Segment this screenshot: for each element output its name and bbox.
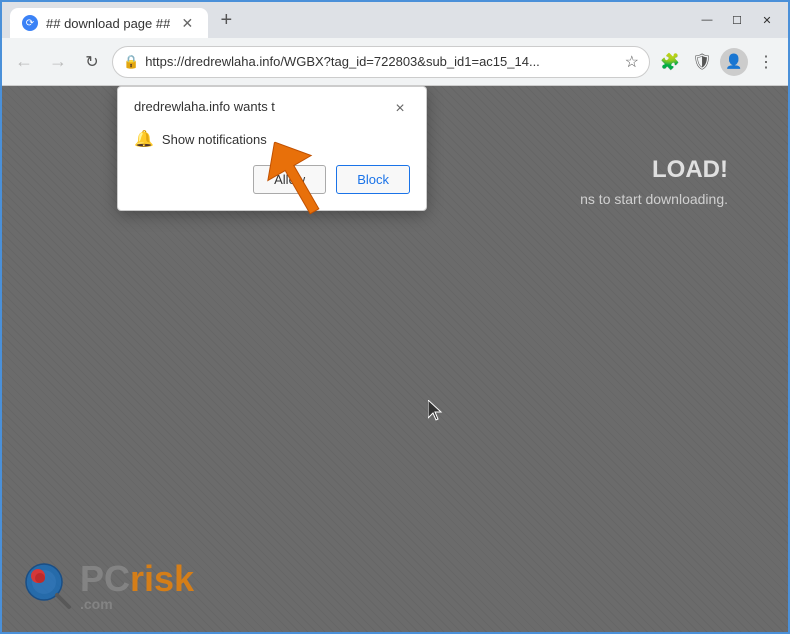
maximize-button[interactable]: ☐: [724, 9, 750, 31]
profile-button[interactable]: 👤: [720, 48, 748, 76]
url-text: https://dredrewlaha.info/WGBX?tag_id=722…: [145, 54, 618, 69]
menu-button[interactable]: ⋮: [752, 48, 780, 76]
block-button[interactable]: Block: [336, 165, 410, 194]
pcrisk-text-group: PCrisk .com: [80, 558, 194, 612]
tab-close-button[interactable]: ✕: [178, 14, 196, 32]
allow-button[interactable]: Allow: [253, 165, 326, 194]
popup-header: dredrewlaha.info wants t ×: [134, 99, 410, 119]
popup-close-button[interactable]: ×: [390, 99, 410, 119]
mouse-cursor: [428, 400, 444, 427]
risk-text: risk: [130, 558, 194, 600]
page-sub-text: ns to start downloading.: [580, 191, 728, 207]
tab-strip: ## download page ## ✕ +: [10, 2, 686, 38]
browser-tab[interactable]: ## download page ## ✕: [10, 8, 208, 38]
close-button[interactable]: ✕: [754, 9, 780, 31]
lock-icon: 🔒: [123, 54, 139, 70]
bell-icon: 🔔: [134, 129, 154, 149]
popup-buttons: Allow Block: [134, 165, 410, 194]
popup-title: dredrewlaha.info wants t: [134, 99, 390, 114]
page-content: LOAD! ns to start downloading. dredrewla…: [2, 86, 788, 632]
reload-button[interactable]: ↻: [78, 48, 106, 76]
notification-row: 🔔 Show notifications: [134, 129, 410, 149]
minimize-button[interactable]: —: [694, 9, 720, 31]
browser-window: ## download page ## ✕ + — ☐ ✕ ← → ↻ 🔒 ht…: [0, 0, 790, 634]
title-bar: ## download page ## ✕ + — ☐ ✕: [2, 2, 788, 38]
pcrisk-logo-icon: [22, 560, 72, 610]
extensions-icon[interactable]: 🧩: [656, 48, 684, 76]
window-controls: — ☐ ✕: [694, 9, 780, 31]
new-tab-button[interactable]: +: [212, 6, 240, 34]
tab-title: ## download page ##: [46, 16, 170, 31]
shield-icon[interactable]: 🛡: [688, 48, 716, 76]
forward-button[interactable]: →: [44, 48, 72, 76]
pcrisk-watermark: PCrisk .com: [22, 558, 194, 612]
pc-text: PC: [80, 558, 130, 600]
notification-label: Show notifications: [162, 132, 267, 147]
bookmark-star-icon[interactable]: ☆: [625, 52, 639, 72]
notification-popup: dredrewlaha.info wants t × 🔔 Show notifi…: [117, 86, 427, 211]
back-button[interactable]: ←: [10, 48, 38, 76]
page-main-text: LOAD!: [652, 156, 728, 184]
address-bar: ← → ↻ 🔒 https://dredrewlaha.info/WGBX?ta…: [2, 38, 788, 86]
toolbar-icons: 🧩 🛡 👤 ⋮: [656, 48, 780, 76]
url-bar[interactable]: 🔒 https://dredrewlaha.info/WGBX?tag_id=7…: [112, 46, 650, 78]
tab-favicon-icon: [22, 15, 38, 31]
